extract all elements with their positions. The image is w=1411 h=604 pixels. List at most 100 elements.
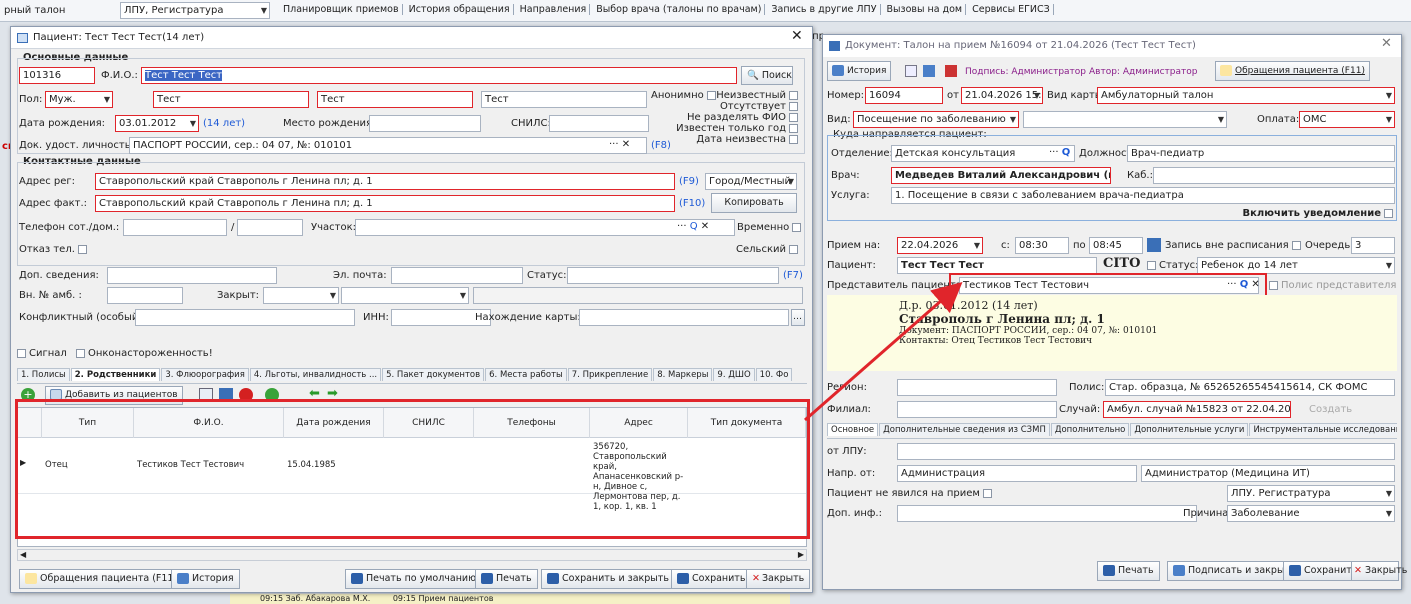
check-icon[interactable] (923, 65, 935, 77)
doc-tab[interactable]: Дополнительные услуги (1130, 423, 1249, 436)
rural-checkbox[interactable] (789, 244, 798, 254)
extra-field[interactable] (107, 267, 277, 284)
extra-info-field[interactable] (897, 505, 1197, 522)
cab-field[interactable] (1153, 167, 1395, 184)
table-header-cell[interactable]: Тип документа (688, 408, 806, 438)
search-button[interactable]: 🔍 Поиск (741, 66, 793, 85)
phone-mobile-field[interactable] (123, 219, 227, 236)
appt-date-field[interactable]: 22.04.2026 (897, 237, 983, 254)
doc-close-icon[interactable]: ✕ (1381, 37, 1392, 51)
email-field[interactable] (391, 267, 523, 284)
patient-tab[interactable]: 2. Родственники (70, 368, 161, 381)
doc-close-button[interactable]: ✕ Закрыть (1351, 561, 1407, 581)
dir-field[interactable]: Администрация (897, 465, 1137, 482)
kind-select[interactable]: Посещение по заболеванию (853, 111, 1019, 128)
branch-field[interactable] (897, 401, 1057, 418)
post-field[interactable]: Врач-педиатр (1127, 145, 1395, 162)
refuse-phone-checkbox[interactable] (77, 244, 87, 254)
name-field[interactable]: Тест (317, 91, 473, 108)
table-header-cell[interactable]: Адрес (590, 408, 688, 438)
surname-field[interactable]: Тест (153, 91, 309, 108)
dept-field[interactable]: Детская консультация (891, 145, 1075, 162)
addr-reg-field[interactable]: Ставропольский край Ставрополь г Ленина … (95, 173, 675, 190)
add-icon[interactable]: + (21, 388, 35, 402)
kind-extra-select[interactable] (1023, 111, 1227, 128)
patient-tab[interactable]: 5. Пакет документов (382, 368, 485, 381)
horizontal-scrollbar[interactable]: ◀ ▶ (17, 549, 807, 561)
amb-field[interactable] (107, 287, 183, 304)
table-header-cell[interactable]: Ф.И.О. (134, 408, 284, 438)
patient-tab[interactable]: 9. ДШО (713, 368, 755, 381)
doc-patient-field[interactable]: Тест Тест Тест (897, 257, 1097, 274)
save-button[interactable]: Сохранить (671, 569, 752, 589)
service-field[interactable]: 1. Посещение в связи с заболеванием врач… (891, 187, 1395, 204)
doc-history-button[interactable]: История (827, 61, 892, 81)
dir2-field[interactable]: Администратор (Медицина ИТ) (1141, 465, 1395, 482)
doc-clear-icon[interactable]: ··· ✕ (609, 138, 630, 152)
menu-item[interactable]: Направления (516, 4, 591, 15)
patient-tab[interactable]: 6. Места работы (485, 368, 567, 381)
fio-field[interactable]: Тест Тест Тест (141, 67, 737, 84)
c-time-field[interactable]: 08:30 (1015, 237, 1069, 254)
notify-checkbox[interactable] (1384, 208, 1393, 218)
closed-extra-field[interactable] (473, 287, 803, 304)
patient-tab[interactable]: 7. Прикрепление (567, 368, 653, 381)
close-button[interactable]: ✕ Закрыть (746, 569, 811, 589)
card-loc-search-icon[interactable]: … (791, 309, 805, 326)
absent-checkbox[interactable] (789, 101, 798, 111)
close-icon[interactable]: ✕ (791, 29, 803, 43)
schedule-icon[interactable] (1147, 238, 1161, 252)
save-icon[interactable] (219, 388, 233, 401)
history-button[interactable]: История (171, 569, 240, 589)
region-field[interactable] (897, 379, 1057, 396)
add-from-patients-button[interactable]: Добавить из пациентов (45, 386, 183, 405)
closed-reason-select[interactable] (341, 287, 469, 304)
phone-home-field[interactable] (237, 219, 303, 236)
rep-policy-checkbox[interactable] (1269, 280, 1278, 290)
po-time-field[interactable]: 08:45 (1089, 237, 1143, 254)
addr-fact-field[interactable]: Ставропольский край Ставрополь г Ленина … (95, 195, 675, 212)
table-header-cell[interactable]: Телефоны (474, 408, 590, 438)
city-type-select[interactable]: Город/Местный (705, 173, 797, 190)
dob-field[interactable]: 03.01.2012 (115, 115, 199, 132)
patient-id-field[interactable]: 101316 (19, 67, 95, 84)
table-header-cell[interactable]: СНИЛС (384, 408, 474, 438)
dateunknown-checkbox[interactable] (789, 134, 798, 144)
lpu-reg-select[interactable]: ЛПУ. Регистратура (1227, 485, 1395, 502)
doc-field[interactable]: ПАСПОРТ РОССИИ, сер.: 04 07, №: 010101 (129, 137, 647, 154)
doctor-field[interactable]: Медведев Виталий Александрович (шкс (891, 167, 1111, 184)
out-of-schedule-checkbox[interactable] (1291, 240, 1301, 250)
grid-icon[interactable] (905, 65, 917, 77)
table-header-cell[interactable]: Дата рождения (284, 408, 384, 438)
patient-tab[interactable]: 4. Льготы, инвалидность ... (249, 368, 382, 381)
area-clear-icon[interactable]: ··· Q ✕ (677, 220, 709, 234)
doc-tab[interactable]: Инструментальные исследования (1249, 423, 1397, 436)
menu-item[interactable]: Запись в другие ЛПУ (768, 4, 881, 15)
from-lpu-field[interactable] (897, 443, 1395, 460)
unsign-icon[interactable] (945, 65, 957, 77)
pay-select[interactable]: ОМС (1299, 111, 1395, 128)
copy-address-button[interactable]: Копировать (711, 193, 797, 213)
doc-tab[interactable]: Основное (827, 423, 879, 436)
menu-item[interactable]: Сервисы ЕГИСЗ (969, 4, 1054, 15)
anon-checkbox[interactable] (706, 90, 716, 100)
create-label[interactable]: Создать (1309, 403, 1352, 417)
doc-status-select[interactable]: Ребенок до 14 лет (1197, 257, 1395, 274)
nosplit-checkbox[interactable] (789, 112, 798, 122)
doc-sign-close-button[interactable]: Подписать и закрыть (1167, 561, 1302, 581)
unknown-checkbox[interactable] (789, 90, 798, 100)
card-type-select[interactable]: Амбулаторный талон (1097, 87, 1395, 104)
conflict-field[interactable] (135, 309, 355, 326)
rep-field[interactable]: Тестиков Тест Тестович (959, 277, 1259, 294)
number-field[interactable]: 16094 (865, 87, 943, 104)
appeals-button[interactable]: Обращения пациента (F11) (19, 569, 184, 589)
patient-tab[interactable]: 3. Флюорография (161, 368, 249, 381)
closed-select[interactable] (263, 287, 339, 304)
patronymic-field[interactable]: Тест (481, 91, 647, 108)
lpu-combo[interactable]: ЛПУ, Регистратура (120, 2, 270, 19)
dept-icons[interactable]: ··· Q (1049, 146, 1070, 160)
table-header-cell[interactable]: Тип (42, 408, 134, 438)
queue-field[interactable]: 3 (1351, 237, 1395, 254)
from-date-field[interactable]: 21.04.2026 15:5 (961, 87, 1043, 104)
patient-tab[interactable]: 10. Фо (755, 368, 793, 381)
